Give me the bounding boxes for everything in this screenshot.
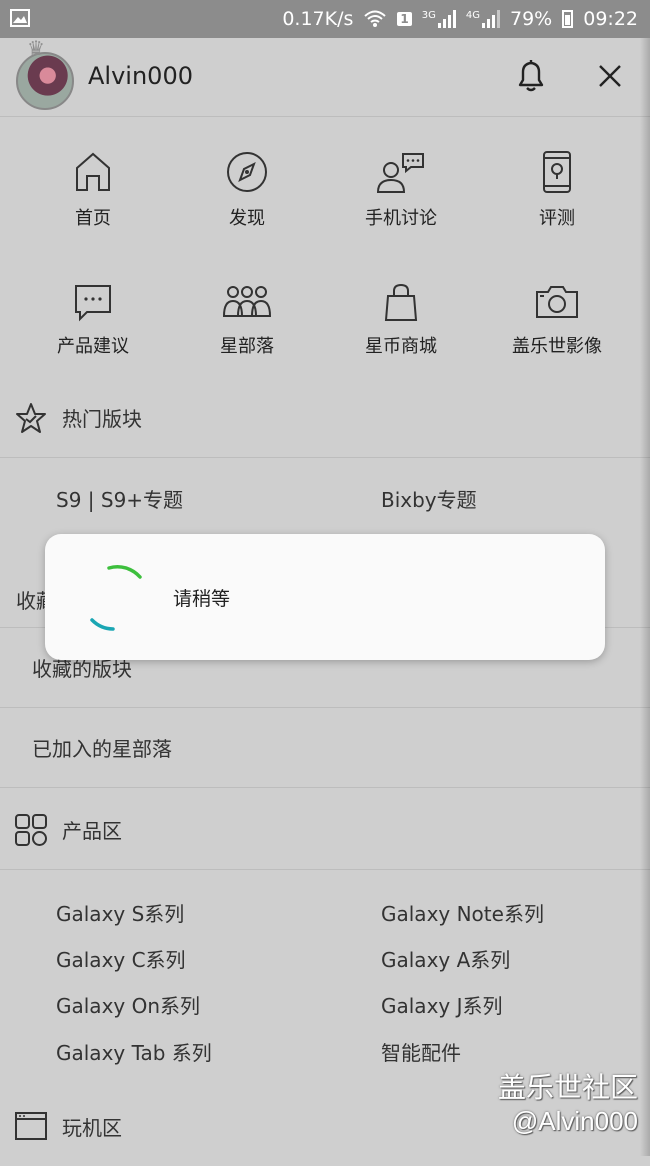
grid-icon: [14, 813, 48, 847]
link-galaxy-c[interactable]: Galaxy C系列: [56, 944, 186, 973]
hot-section-header[interactable]: 热门版块: [0, 378, 650, 458]
nav-home[interactable]: 首页: [12, 150, 174, 230]
camera-icon: [536, 286, 578, 318]
nav-label: 首页: [75, 208, 111, 229]
nav-phone-discussion[interactable]: 手机讨论: [320, 150, 482, 230]
sim-badge: 1: [397, 12, 412, 26]
link-bixby-topic[interactable]: Bixby专题: [381, 484, 477, 513]
nav-label: 产品建议: [57, 336, 129, 357]
link-galaxy-a[interactable]: Galaxy A系列: [381, 944, 510, 973]
network-speed: 0.17K/s: [282, 8, 354, 30]
section-title: 热门版块: [62, 407, 142, 431]
section-title: 产品区: [62, 819, 122, 843]
discussion-icon: [376, 153, 424, 193]
clock: 09:22: [583, 8, 638, 30]
nav-galaxy-imaging[interactable]: 盖乐世影像: [476, 282, 638, 358]
row-label: 已加入的星部落: [32, 737, 172, 761]
status-bar: 0.17K/s 1 3G 4G 79% 09:22: [0, 0, 650, 38]
group-icon: [222, 286, 272, 317]
nav-label: 发现: [229, 208, 265, 229]
avatar[interactable]: [16, 52, 74, 110]
loading-dialog: 请稍等: [45, 534, 605, 660]
battery-icon: [562, 10, 574, 28]
nav-label: 星币商城: [365, 336, 437, 357]
star-icon: [14, 401, 48, 435]
link-galaxy-note[interactable]: Galaxy Note系列: [381, 898, 544, 927]
nav-coin-mall[interactable]: 星币商城: [320, 282, 482, 358]
signal-icon: 3G: [422, 10, 456, 28]
link-galaxy-tab[interactable]: Galaxy Tab 系列: [56, 1037, 212, 1066]
window-icon: [14, 1109, 48, 1143]
nav-product-suggestion[interactable]: 产品建议: [12, 282, 174, 358]
link-galaxy-on[interactable]: Galaxy On系列: [56, 990, 200, 1019]
nav-label: 手机讨论: [365, 208, 437, 229]
image-icon: [10, 9, 30, 32]
chat-dots-icon: [75, 285, 111, 322]
dialog-message: 请稍等: [173, 588, 231, 610]
nav-label: 评测: [539, 208, 575, 229]
link-s9-topic[interactable]: S9 | S9+专题: [56, 484, 183, 513]
close-icon[interactable]: [596, 62, 624, 94]
nav-review[interactable]: 评测: [476, 150, 638, 230]
nav-label: 星部落: [220, 336, 274, 357]
section-title: 玩机区: [62, 1115, 122, 1140]
product-section-header[interactable]: 产品区: [0, 790, 650, 870]
drawer-edge-shadow: [640, 38, 650, 1156]
battery-percent: 79%: [510, 8, 553, 30]
username[interactable]: Alvin000: [88, 62, 193, 90]
home-icon: [76, 152, 110, 191]
wifi-icon: [363, 10, 387, 28]
watermark-title: 盖乐世社区: [497, 1072, 638, 1103]
loading-spinner-icon: [90, 565, 142, 631]
nav-tribe[interactable]: 星部落: [166, 282, 328, 358]
signal-icon: 4G: [466, 10, 500, 28]
link-galaxy-s[interactable]: Galaxy S系列: [56, 898, 184, 927]
bell-icon[interactable]: [514, 58, 548, 98]
crown-icon: ♛: [27, 36, 45, 60]
link-galaxy-j[interactable]: Galaxy J系列: [381, 990, 503, 1019]
phone-review-icon: [543, 151, 571, 193]
drawer-header: ♛ Alvin000: [0, 36, 650, 117]
watermark-handle: @Alvin000: [511, 1106, 638, 1136]
shopping-bag-icon: [384, 283, 418, 321]
nav-discover[interactable]: 发现: [166, 150, 328, 230]
link-smart-accessories[interactable]: 智能配件: [381, 1037, 461, 1066]
nav-label: 盖乐世影像: [512, 336, 602, 357]
joined-tribes-row[interactable]: 已加入的星部落: [0, 708, 650, 788]
compass-icon: [227, 152, 267, 192]
